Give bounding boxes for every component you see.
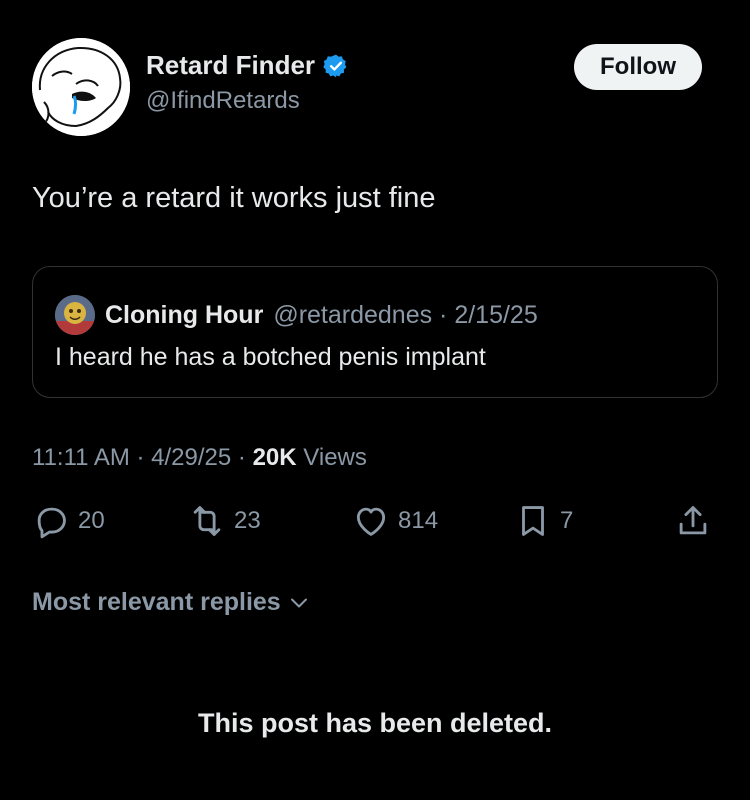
like-button[interactable]: 814 <box>352 502 438 540</box>
chevron-down-icon <box>290 598 307 607</box>
quoted-author-name[interactable]: Cloning Hour <box>105 301 263 330</box>
share-icon <box>679 506 707 535</box>
author-avatar[interactable] <box>32 38 130 136</box>
bookmark-count: 7 <box>560 507 574 534</box>
bookmark-icon <box>522 506 544 536</box>
quoted-tweet[interactable]: Cloning Hour @retardednes · 2/15/25 I he… <box>32 266 718 398</box>
quoted-tweet-text: I heard he has a botched penis implant <box>55 343 486 371</box>
quoted-tweet-header: Cloning Hour @retardednes · 2/15/25 <box>55 295 538 335</box>
share-button[interactable] <box>674 502 712 540</box>
quoted-author-meta: @retardednes · 2/15/25 <box>273 300 538 329</box>
replies-sort-dropdown[interactable]: Most relevant replies <box>32 588 311 617</box>
views-count: 20K <box>252 444 297 471</box>
wojak-avatar-icon <box>32 38 130 136</box>
deleted-post-notice: This post has been deleted. <box>197 708 553 738</box>
author-handle[interactable]: @IfindRetards <box>146 87 349 115</box>
author-info: Retard Finder @IfindRetards <box>146 50 349 115</box>
action-bar: 20 23 814 7 <box>32 502 718 546</box>
reply-count: 20 <box>78 507 105 534</box>
bookmark-button[interactable]: 7 <box>514 502 573 540</box>
replies-sort-label: Most relevant replies <box>32 588 281 616</box>
author-display-name[interactable]: Retard Finder <box>146 50 315 81</box>
repost-button[interactable]: 23 <box>188 502 261 540</box>
tweet-header: Retard Finder @IfindRetards Follow <box>32 38 722 138</box>
verified-badge-icon <box>323 54 347 77</box>
like-count: 814 <box>398 507 439 534</box>
tweet-timestamp[interactable]: 11:11 AM · 4/29/25 · <box>32 444 253 471</box>
tweet-meta: 11:11 AM · 4/29/25 · 20K Views <box>32 444 367 472</box>
author-name-row[interactable]: Retard Finder <box>146 50 349 81</box>
follow-button[interactable]: Follow <box>574 44 702 90</box>
reply-icon <box>37 507 66 539</box>
repost-count: 23 <box>234 507 261 534</box>
quoted-avatar-icon <box>55 295 95 335</box>
reply-button[interactable]: 20 <box>32 502 105 540</box>
views-label: Views <box>303 444 367 471</box>
tweet-text: You’re a retard it works just fine <box>32 182 436 214</box>
quoted-author-avatar[interactable] <box>55 295 95 335</box>
repost-icon <box>193 506 221 536</box>
heart-icon <box>356 507 386 536</box>
